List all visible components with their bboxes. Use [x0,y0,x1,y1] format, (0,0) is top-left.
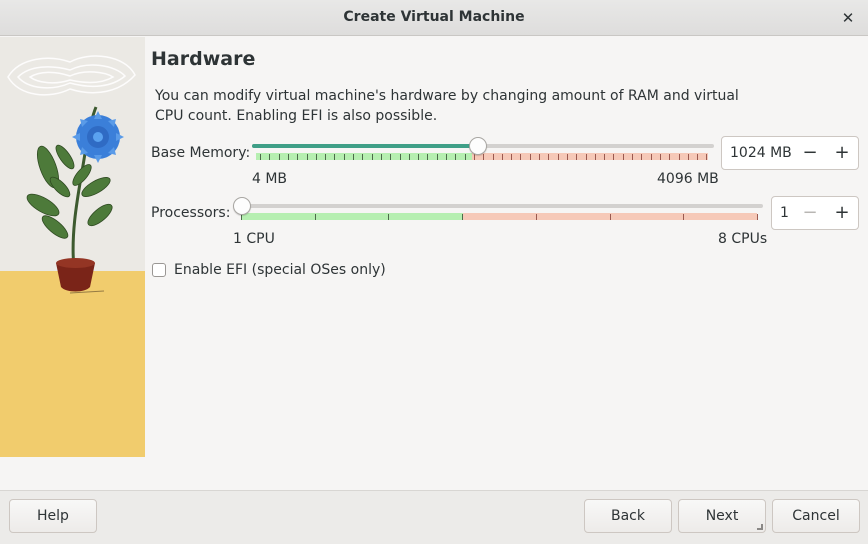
create-vm-dialog: Create Virtual Machine ✕ Hardware You ca… [0,0,868,544]
next-button[interactable]: Next [678,499,766,533]
slider-tick [557,154,559,160]
back-button[interactable]: Back [584,499,672,533]
slider-tick [314,214,316,220]
slider-tick [399,154,401,160]
warning-zone [472,153,708,160]
slider-tick [585,154,587,160]
slider-tick [408,154,410,160]
slider-tick [548,154,550,160]
safe-zone [241,213,463,220]
slider-tick [315,154,317,160]
base-memory-label: Base Memory: [151,145,251,161]
slider-tick [455,154,457,160]
slider-tick [632,154,633,160]
efi-checkbox-label[interactable]: Enable EFI (special OSes only) [174,262,386,278]
slider-tick [535,214,537,220]
processors-min-label: 1 CPU [233,231,275,247]
slider-tick [609,214,611,220]
slider-tick [501,154,503,160]
slider-tick [706,154,708,160]
titlebar: Create Virtual Machine ✕ [0,0,868,36]
slider-tick [390,154,392,160]
processors-label: Processors: [151,205,231,221]
base-memory-slider[interactable] [252,137,714,165]
slider-tick [297,154,299,160]
slider-tick [594,154,596,160]
slider-tick [641,154,643,160]
slider-tick [380,154,382,160]
slider-tick [678,154,680,160]
slider-tick [622,154,624,160]
slider-tick [427,154,429,160]
slider-tick [325,154,327,160]
minus-icon[interactable]: − [794,137,826,169]
memory-value[interactable]: 1024 MB [722,145,792,161]
slider-tick [659,154,661,160]
potted-plant-illustration [0,37,145,457]
slider-tick [362,154,364,160]
processors-value[interactable]: 1 [772,205,789,221]
slider-tick [462,214,464,220]
slider-tick [511,154,513,160]
slider-tick [492,154,494,160]
slider-tick [697,154,699,160]
memory-spinbox[interactable]: 1024 MB − + [721,136,859,170]
slider-tick [483,154,485,160]
slider-tick [334,154,336,160]
memory-max-label: 4096 MB [657,171,719,187]
slider-tick [353,154,354,160]
page-description: You can modify virtual machine's hardwar… [155,88,739,124]
slider-tick [371,154,373,160]
processors-slider[interactable] [233,197,765,225]
slider-tick [566,154,568,160]
slider-tick [576,154,578,160]
slider-trough [233,204,763,208]
slider-tick [388,214,390,220]
slider-tick [756,214,758,220]
slider-tick [436,154,438,160]
slider-tick [343,154,345,160]
plus-icon[interactable]: + [826,137,858,169]
help-button[interactable]: Help [9,499,97,533]
slider-handle[interactable] [233,197,251,215]
processors-max-label: 8 CPUs [718,231,768,247]
processors-spinbox[interactable]: 1 − + [771,196,859,230]
cancel-button[interactable]: Cancel [772,499,860,533]
slider-tick [529,154,531,160]
plus-icon[interactable]: + [826,197,858,229]
next-button-label: Next [705,508,739,524]
minus-icon: − [802,202,818,223]
slider-tick [464,154,466,160]
slider-tick [269,154,271,160]
slider-tick [613,154,615,160]
slider-tick [604,154,606,160]
slider-tick [650,154,652,160]
slider-tick [539,154,540,160]
slider-tick [446,154,447,160]
slider-tick [260,154,261,160]
slider-tick [278,154,280,160]
window-title: Create Virtual Machine [343,9,525,25]
close-icon[interactable]: ✕ [836,6,860,30]
slider-tick [418,154,420,160]
slider-tick [287,154,289,160]
slider-fill [252,144,478,148]
slider-tick [473,154,475,160]
memory-min-label: 4 MB [252,171,288,187]
efi-checkbox[interactable] [152,263,166,277]
slider-tick [306,154,308,160]
page-title: Hardware [151,48,256,70]
slider-tick [683,214,685,220]
slider-tick [520,154,522,160]
slider-tick [669,154,671,160]
resize-grip-icon [757,524,763,530]
slider-tick [687,154,689,160]
slider-handle[interactable] [469,137,487,155]
